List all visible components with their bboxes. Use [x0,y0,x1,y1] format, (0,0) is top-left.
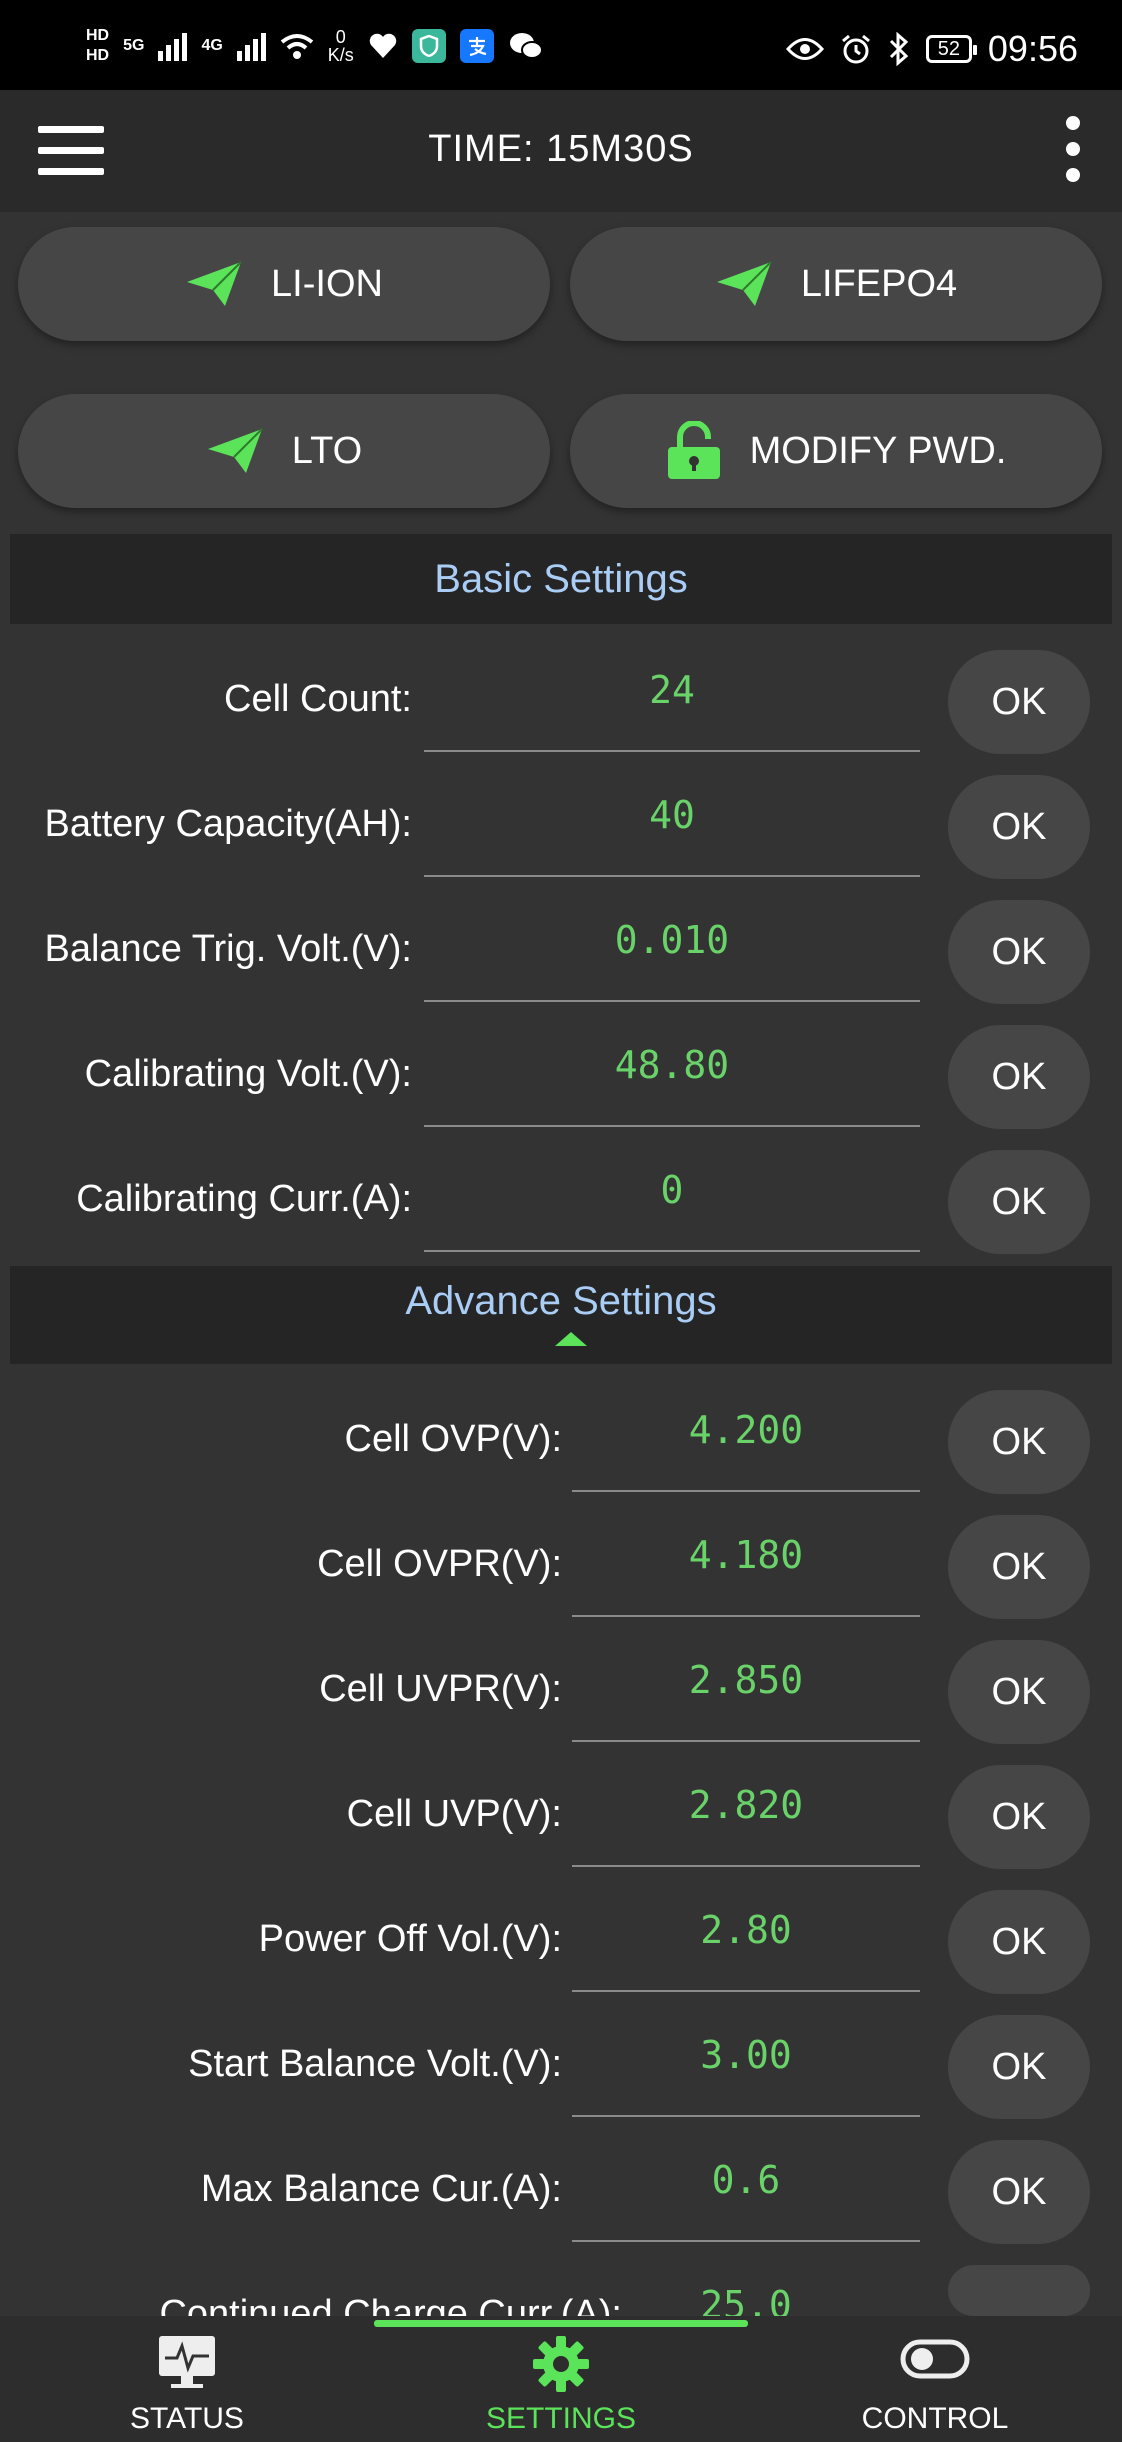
nav-label: STATUS [130,2402,244,2435]
continued-charge-curr-ok-button[interactable] [948,2265,1090,2316]
cell-ovpr-ok-button[interactable]: OK [948,1515,1090,1619]
preset-li-ion-button[interactable]: LI-ION [18,227,550,341]
nav-control-tab[interactable]: CONTROL [748,2316,1122,2442]
heart-icon [369,33,397,58]
preset-label: MODIFY PWD. [749,429,1007,472]
preset-label: LTO [291,429,363,472]
cell-ovp-input[interactable]: 4.200 [572,1404,920,1492]
setting-label: Cell OVP(V): [344,1418,562,1460]
nav-settings-tab[interactable]: SETTINGS [374,2316,748,2442]
power-off-vol-input[interactable]: 2.80 [572,1904,920,1992]
max-balance-cur-ok-button[interactable]: OK [948,2140,1090,2244]
alipay-icon [459,29,494,63]
wifi-icon [280,34,314,59]
cell-ovpr-input[interactable]: 4.180 [572,1529,920,1617]
battery-capacity-ok-button[interactable]: OK [948,775,1090,879]
cell-uvpr-ok-button[interactable]: OK [948,1640,1090,1744]
signal-strength-icon [158,31,188,61]
hd-badge: HD [86,27,110,44]
max-balance-cur-input[interactable]: 0.6 [572,2154,920,2242]
basic-settings-header: Basic Settings [10,534,1112,624]
signal-4g-label: 4G [201,37,223,54]
battery-indicator: 52 [925,35,977,63]
more-vert-icon[interactable] [1060,116,1086,188]
page-title: TIME: 15M30S [428,128,694,170]
bottom-navigation: STATUS SETTINGS CONTROL [0,2316,1122,2442]
paper-plane-icon [207,428,263,473]
calibrating-curr-input[interactable]: 0 [424,1164,920,1252]
nav-status-tab[interactable]: STATUS [0,2316,374,2442]
cell-count-ok-button[interactable]: OK [948,650,1090,754]
nav-label: CONTROL [861,2402,1009,2435]
lock-icon [667,421,720,479]
gear-icon [533,2336,589,2392]
power-off-vol-ok-button[interactable]: OK [948,1890,1090,1994]
setting-label: Battery Capacity(AH): [44,803,412,845]
toggle-icon [900,2339,970,2379]
paper-plane-icon [716,261,772,306]
paper-plane-icon [187,261,242,306]
preset-label: LIFEPO4 [800,262,958,305]
cell-uvp-ok-button[interactable]: OK [948,1765,1090,1869]
setting-label: Power Off Vol.(V): [258,1918,562,1960]
advance-settings-title: Advance Settings [405,1279,717,1323]
balance-trig-volt-input[interactable]: 0.010 [424,914,920,1002]
setting-label: Cell OVPR(V): [317,1543,562,1585]
cell-ovp-ok-button[interactable]: OK [948,1390,1090,1494]
setting-label: Cell UVPR(V): [319,1668,562,1710]
calibrating-volt-ok-button[interactable]: OK [948,1025,1090,1129]
setting-label: Max Balance Cur.(A): [200,2168,562,2210]
app-bar: TIME: 15M30S [0,90,1122,212]
setting-label: Balance Trig. Volt.(V): [44,928,413,970]
cell-count-input[interactable]: 24 [424,664,920,752]
clock-time: 09:56 [987,28,1078,69]
preset-lifepo4-button[interactable]: LIFEPO4 [570,227,1102,341]
cell-uvp-input[interactable]: 2.820 [572,1779,920,1867]
balance-trig-volt-ok-button[interactable]: OK [948,900,1090,1004]
modify-password-button[interactable]: MODIFY PWD. [570,394,1102,508]
setting-label: Cell UVP(V): [346,1793,562,1835]
setting-label: Cell Count: [224,678,412,720]
eye-icon [785,38,824,60]
monitor-pulse-icon [159,2336,215,2388]
bluetooth-icon [889,32,909,66]
setting-label: Calibrating Volt.(V): [84,1053,412,1095]
hd-badge: HD [86,47,110,64]
preset-label: LI-ION [271,262,383,305]
setting-label: Start Balance Volt.(V): [188,2043,562,2085]
nav-label: SETTINGS [485,2402,636,2435]
signal-5g-label: 5G [123,37,145,54]
advance-settings-header[interactable]: Advance Settings [10,1266,1112,1364]
wechat-icon [509,33,543,59]
collapse-arrow-icon[interactable] [555,1332,587,1346]
start-balance-volt-ok-button[interactable]: OK [948,2015,1090,2119]
preset-lto-button[interactable]: LTO [18,394,550,508]
battery-capacity-input[interactable]: 40 [424,789,920,877]
net-speed-unit: K/s [327,45,354,65]
start-balance-volt-input[interactable]: 3.00 [572,2029,920,2117]
signal-strength-icon [236,31,266,61]
alarm-icon [841,34,870,64]
calibrating-curr-ok-button[interactable]: OK [948,1150,1090,1254]
shield-app-icon [411,29,446,63]
status-bar: HD HD 5G 4G 0 K/s 52 09:56 [0,0,1122,90]
net-speed-value: 0 [335,27,346,47]
cell-uvpr-input[interactable]: 2.850 [572,1654,920,1742]
setting-label: Calibrating Curr.(A): [76,1178,412,1220]
continued-charge-curr-input[interactable]: 25.0 [572,2279,920,2327]
calibrating-volt-input[interactable]: 48.80 [424,1039,920,1127]
